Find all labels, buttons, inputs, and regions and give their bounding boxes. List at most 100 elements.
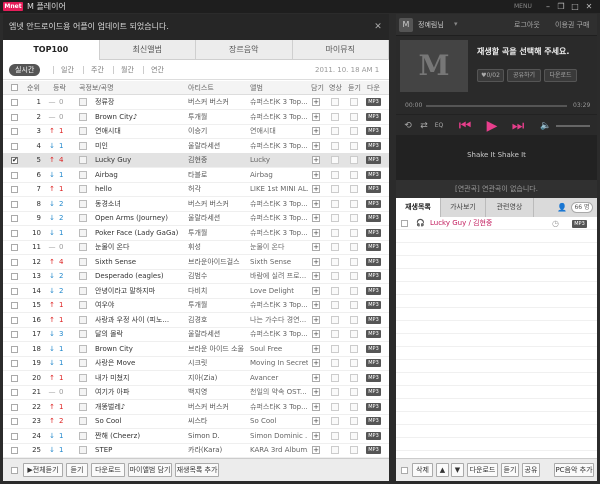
add-icon[interactable]: + — [312, 286, 320, 295]
song-info-icon[interactable] — [79, 272, 87, 280]
song-title[interactable]: 정류장 — [95, 95, 183, 109]
song-title[interactable]: Brown City — [95, 342, 183, 356]
add-icon[interactable]: + — [312, 228, 320, 237]
add-playlist-button[interactable]: 재생목록 추가 — [175, 463, 219, 477]
video-icon[interactable] — [331, 315, 339, 324]
lyrics-icon[interactable] — [350, 301, 358, 309]
table-row[interactable]: ✔ 5 ↑ 4 Lucky Guy 김현중 Lucky + MP3 — [3, 153, 389, 168]
artist-name[interactable]: 시크릿 — [188, 356, 246, 370]
subtab-realtime[interactable]: 실시간 — [9, 64, 41, 76]
playlist-share-button[interactable]: 공유 — [522, 463, 540, 477]
artist-name[interactable]: 백지영 — [188, 385, 246, 399]
album-name[interactable]: Love Delight — [250, 284, 308, 298]
album-name[interactable]: 바람에 실려 프로... — [250, 269, 308, 283]
album-name[interactable]: 슈퍼스타K 3 Top... — [250, 197, 308, 211]
album-name[interactable]: Airbag — [250, 168, 308, 182]
table-row[interactable]: 25 ↓ 1 STEP 카라(Kara) KARA 3rd Album... + MP3 — [3, 443, 389, 458]
lyrics-icon[interactable] — [350, 315, 358, 324]
playlist-mp3-badge[interactable]: MP3 — [572, 220, 587, 228]
artist-name[interactable]: 버스커 버스커 — [188, 197, 246, 211]
add-icon[interactable]: + — [312, 431, 320, 440]
video-icon[interactable] — [331, 373, 339, 382]
song-title[interactable]: 여기가 아파 — [95, 385, 183, 399]
album-name[interactable]: Lucky — [250, 153, 308, 167]
add-icon[interactable]: + — [312, 417, 320, 425]
row-checkbox[interactable] — [11, 244, 18, 251]
artist-name[interactable]: 브라운 아이드 소울 — [188, 342, 246, 356]
share-button[interactable]: 공유하기 — [507, 69, 541, 82]
song-info-icon[interactable] — [79, 315, 87, 324]
artist-name[interactable]: 버스커 버스커 — [188, 400, 246, 414]
video-icon[interactable] — [331, 301, 339, 309]
song-info-icon[interactable] — [79, 214, 87, 222]
add-icon[interactable]: + — [312, 141, 320, 150]
table-row[interactable]: 4 ↓ 1 미인 울랄라세션 슈퍼스타K 3 Top... + MP3 — [3, 139, 389, 154]
artist-name[interactable]: 김범수 — [188, 269, 246, 283]
subtab-weekly[interactable]: 주간 — [91, 65, 104, 75]
video-icon[interactable] — [331, 243, 339, 251]
playlist-listen-button[interactable]: 듣기 — [501, 463, 519, 477]
row-checkbox[interactable] — [11, 99, 18, 106]
album-name[interactable]: 눈물이 온다 — [250, 240, 308, 254]
song-info-icon[interactable] — [79, 301, 87, 309]
row-checkbox[interactable] — [11, 418, 18, 425]
row-checkbox[interactable] — [11, 331, 18, 338]
mp3-download-badge[interactable]: MP3 — [366, 156, 381, 164]
artist-name[interactable]: 김경호 — [188, 313, 246, 327]
mp3-download-badge[interactable]: MP3 — [366, 402, 381, 411]
logout-link[interactable]: 로그아웃 — [514, 20, 540, 30]
like-button[interactable]: ♥0/02 — [477, 69, 504, 82]
video-icon[interactable] — [331, 214, 339, 222]
video-icon[interactable] — [331, 446, 339, 454]
move-up-button[interactable]: ▲ — [436, 463, 449, 477]
add-icon[interactable]: + — [312, 98, 320, 106]
table-row[interactable]: 21 —0 여기가 아파 백지영 천일의 약속 OST... + MP3 — [3, 385, 389, 400]
video-icon[interactable] — [331, 228, 339, 237]
row-checkbox[interactable] — [11, 316, 18, 324]
mp3-download-badge[interactable]: MP3 — [366, 388, 381, 396]
row-checkbox[interactable] — [11, 215, 18, 222]
listen-button[interactable]: 듣기 — [66, 463, 88, 477]
add-icon[interactable]: + — [312, 112, 320, 121]
song-title[interactable]: Sixth Sense — [95, 255, 183, 269]
tab-top100[interactable]: TOP100 — [3, 40, 100, 60]
mp3-download-badge[interactable]: MP3 — [366, 170, 381, 179]
song-title[interactable]: So Cool — [95, 414, 183, 428]
tab-new-albums[interactable]: 최신앨범 — [100, 40, 196, 59]
row-checkbox[interactable] — [11, 128, 18, 135]
song-info-icon[interactable] — [79, 417, 87, 425]
video-icon[interactable] — [331, 359, 339, 367]
video-icon[interactable] — [331, 141, 339, 150]
volume-icon[interactable]: 🔈 — [540, 118, 552, 134]
song-title[interactable]: Open Arms (Journey) — [95, 211, 183, 225]
video-icon[interactable] — [331, 257, 339, 266]
album-name[interactable]: Sixth Sense — [250, 255, 308, 269]
select-all-checkbox[interactable] — [11, 84, 18, 91]
album-name[interactable]: 슈퍼스타K 3 Top... — [250, 95, 308, 109]
volume-slider[interactable] — [556, 125, 590, 127]
add-icon[interactable]: + — [312, 257, 320, 266]
song-info-icon[interactable] — [79, 344, 87, 353]
song-info-icon[interactable] — [79, 388, 87, 396]
add-icon[interactable]: + — [312, 359, 320, 367]
mp3-download-badge[interactable]: MP3 — [366, 359, 381, 367]
mp3-download-badge[interactable]: MP3 — [366, 315, 381, 324]
artist-name[interactable]: 다비치 — [188, 284, 246, 298]
table-row[interactable]: 3 ↑ 1 연애시대 이승기 연애시대 + MP3 — [3, 124, 389, 139]
video-icon[interactable] — [331, 199, 339, 208]
add-icon[interactable]: + — [312, 373, 320, 382]
lyrics-icon[interactable] — [350, 199, 358, 208]
mp3-download-badge[interactable]: MP3 — [366, 185, 381, 193]
tab-lyrics[interactable]: 가사보기 — [441, 198, 486, 217]
video-icon[interactable] — [331, 402, 339, 411]
player-download-button[interactable]: 다운로드 — [544, 69, 577, 82]
subtab-daily[interactable]: 일간 — [61, 65, 74, 75]
lyrics-icon[interactable] — [350, 185, 358, 193]
add-icon[interactable]: + — [312, 272, 320, 280]
artist-name[interactable]: 울랄라세션 — [188, 139, 246, 153]
row-checkbox[interactable] — [11, 171, 18, 179]
lyrics-icon[interactable] — [350, 243, 358, 251]
row-checkbox[interactable] — [11, 360, 18, 367]
album-name[interactable]: Moving In Secret — [250, 356, 308, 370]
lyrics-icon[interactable] — [350, 431, 358, 440]
